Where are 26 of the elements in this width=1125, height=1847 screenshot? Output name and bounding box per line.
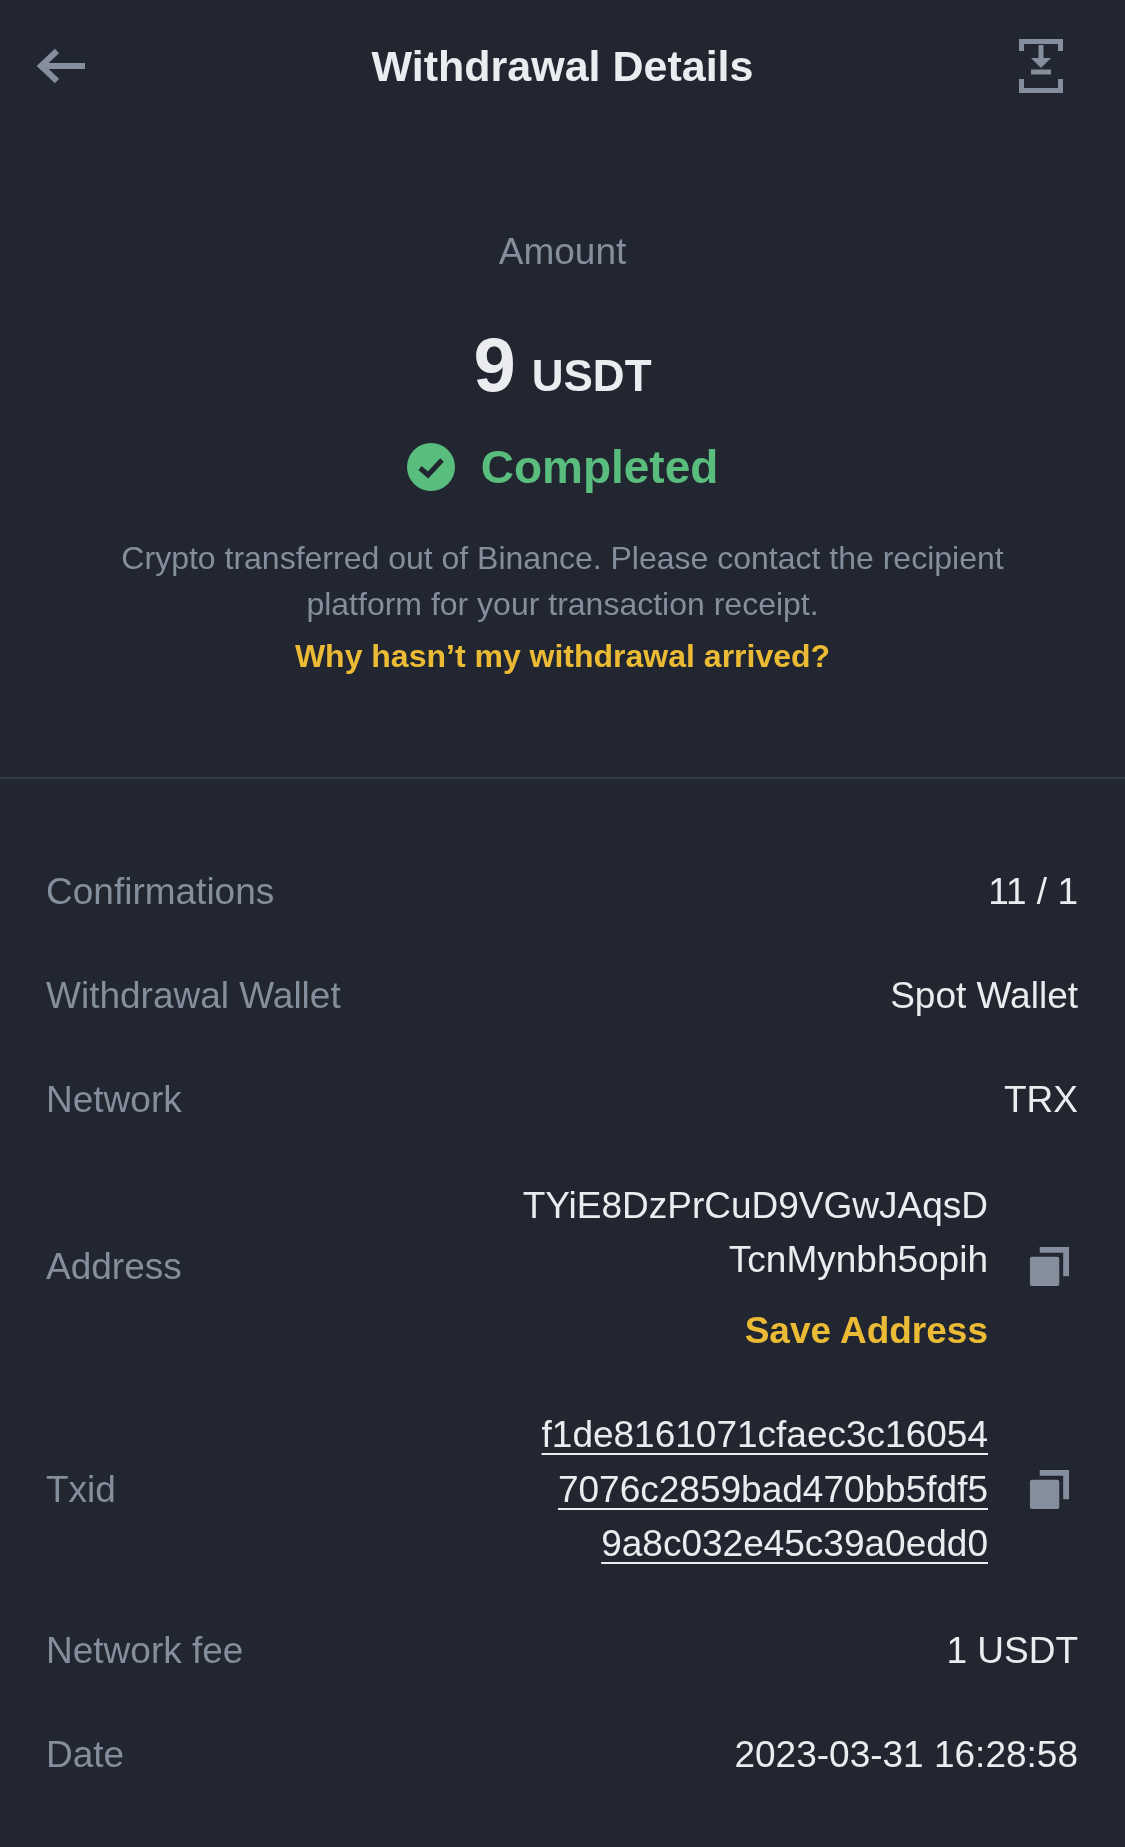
notice-text: Crypto transferred out of Binance. Please contact the recipient platform for your transaction receipt. bbox=[120, 539, 1005, 624]
detail-label: Withdrawal Wallet bbox=[46, 974, 341, 1018]
help-link[interactable]: Why hasn’t my withdrawal arrived? bbox=[294, 633, 831, 679]
download-icon[interactable] bbox=[1019, 39, 1063, 93]
detail-value: 11 / 1 bbox=[988, 870, 1078, 914]
detail-label: Network fee bbox=[46, 1628, 244, 1673]
status-label: Completed bbox=[480, 440, 719, 495]
detail-value: 1 USDT bbox=[946, 1628, 1078, 1673]
back-arrow-icon[interactable] bbox=[35, 48, 87, 84]
amount-label: Amount bbox=[498, 230, 627, 274]
copy-icon[interactable] bbox=[1028, 1245, 1071, 1288]
detail-label: Network bbox=[46, 1078, 182, 1122]
detail-label: Txid bbox=[46, 1467, 116, 1512]
detail-value: TRX bbox=[1004, 1078, 1078, 1122]
txid-link[interactable]: f1de8161071cfaec3c16054 7076c2859bad470bb5fdf5 9a8c032e45c39a0edd0 bbox=[541, 1408, 988, 1572]
save-address-link[interactable]: Save Address bbox=[744, 1308, 988, 1354]
detail-label: Confirmations bbox=[46, 870, 275, 914]
amount-value: 9 bbox=[473, 327, 516, 403]
detail-value: 2023-03-31 16:28:58 bbox=[734, 1732, 1078, 1777]
detail-value: Spot Wallet bbox=[890, 974, 1078, 1018]
copy-icon[interactable] bbox=[1028, 1468, 1071, 1512]
page-title: Withdrawal Details bbox=[371, 44, 754, 88]
detail-label: Date bbox=[46, 1732, 125, 1777]
detail-label: Address bbox=[46, 1244, 182, 1289]
address-value: TYiE8DzPrCuD9VGwJAqsD TcnMynbh5opih bbox=[522, 1184, 988, 1282]
amount-unit: USDT bbox=[531, 351, 652, 401]
